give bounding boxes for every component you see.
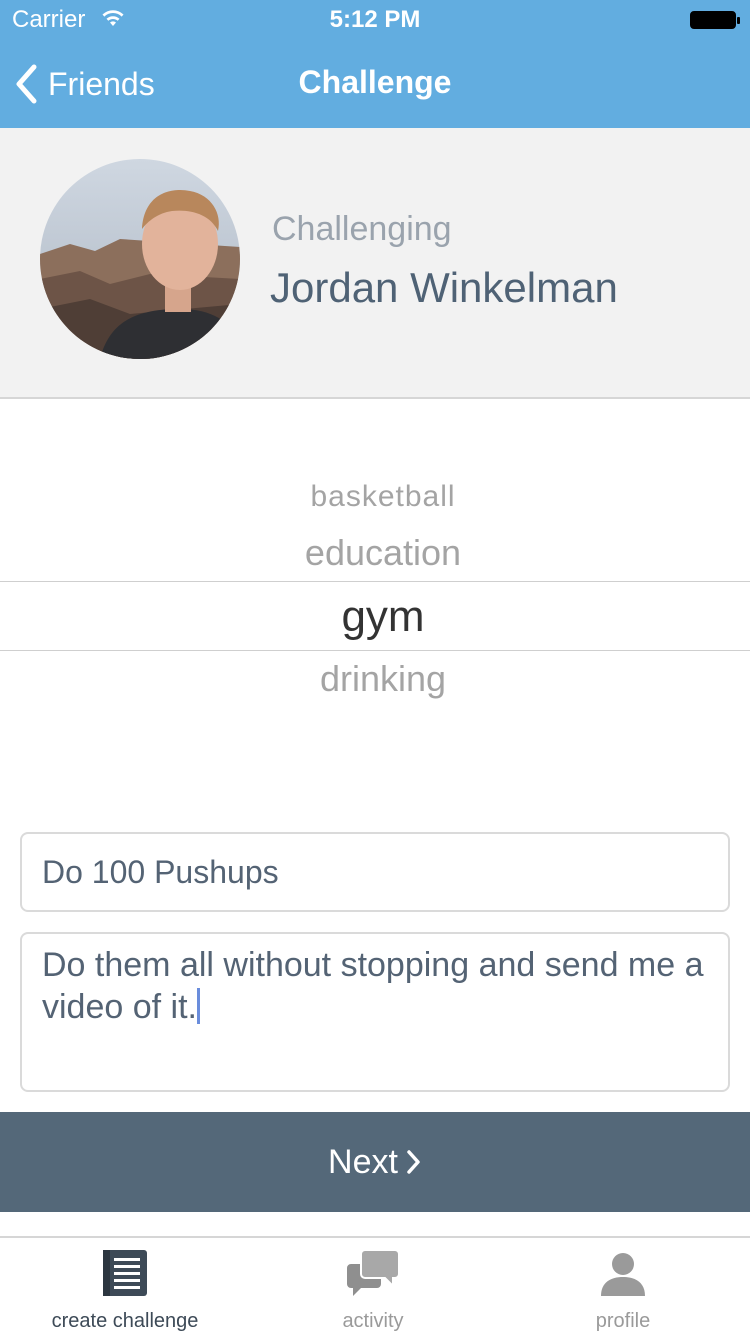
battery-icon	[690, 11, 740, 29]
tab-activity-label: activity	[342, 1310, 404, 1332]
navigation-bar: Carrier 5:12 PM Friends Challenge	[0, 0, 750, 128]
tab-profile[interactable]: profile	[498, 1238, 748, 1334]
book-icon	[103, 1250, 147, 1296]
picker-option-education[interactable]: education	[0, 532, 750, 574]
text-cursor	[196, 988, 200, 1024]
picker-selection-top-divider	[0, 581, 750, 582]
person-icon	[601, 1253, 645, 1296]
challenge-description-value: Do them all without stopping and send me…	[42, 946, 704, 1026]
challenge-title-field[interactable]: Do 100 Pushups	[20, 832, 730, 912]
challenging-label: Challenging	[272, 210, 452, 248]
friend-name: Jordan Winkelman	[270, 264, 618, 311]
page-title: Challenge	[298, 64, 452, 100]
chevron-right-icon	[407, 1150, 420, 1174]
tab-create-challenge-label: create challenge	[51, 1310, 199, 1332]
next-button-label: Next	[328, 1142, 398, 1181]
status-time: 5:12 PM	[329, 6, 421, 33]
challenger-header: Challenging Jordan Winkelman	[0, 128, 750, 399]
picker-selection-bottom-divider	[0, 650, 750, 651]
status-bar: Carrier 5:12 PM	[0, 0, 750, 40]
challenge-title-value: Do 100 Pushups	[42, 853, 279, 890]
challenge-description-field[interactable]: Do them all without stopping and send me…	[20, 932, 730, 1092]
picker-option-basketball[interactable]: basketball	[0, 480, 750, 514]
tab-bar: create challenge activity profile	[0, 1236, 750, 1334]
tab-profile-label: profile	[595, 1310, 651, 1332]
tab-activity[interactable]: activity	[248, 1238, 498, 1334]
avatar	[40, 159, 240, 359]
picker-option-selected[interactable]: gym	[0, 592, 750, 642]
next-button[interactable]: Next	[0, 1112, 750, 1212]
tab-create-challenge[interactable]: create challenge	[0, 1238, 250, 1334]
chat-bubbles-icon	[347, 1249, 400, 1296]
category-picker[interactable]: basketball education gym drinking	[0, 400, 750, 820]
picker-option-drinking[interactable]: drinking	[0, 658, 750, 700]
